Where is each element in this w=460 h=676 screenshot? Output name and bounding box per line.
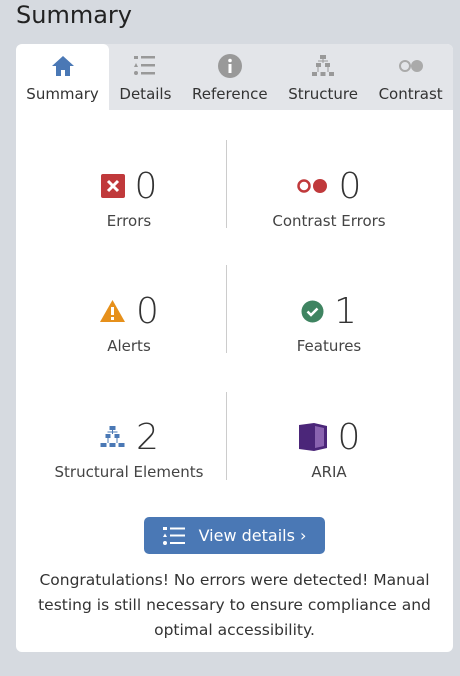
aria-icon [298,423,327,451]
success-message: Congratulations! No errors were detected… [38,571,431,639]
info-icon [217,54,242,78]
stat-aria[interactable]: 0 ARIA [224,417,434,481]
stat-count: 1 [334,290,357,332]
contrast-icon [398,60,423,72]
contrast-error-icon [296,179,327,193]
tab-label: Structure [288,85,358,103]
stat-label: Alerts [107,337,151,355]
stat-alerts[interactable]: 0 Alerts [24,291,234,355]
structure-icon [312,55,335,76]
alert-icon [100,300,126,322]
tab-label: Summary [26,85,99,103]
structure-icon [100,426,125,447]
tab-contrast[interactable]: Contrast [368,44,453,110]
stat-label: Structural Elements [54,463,204,481]
tab-summary[interactable]: Summary [16,44,110,110]
page-title: Summary [16,1,132,29]
stats-grid: 0 Errors 0 Contrast Errors 0 Alerts 1 Fe… [16,110,453,510]
tab-label: Reference [192,85,268,103]
view-details-label: View details › [198,526,307,545]
summary-panel: Summary Details Reference Structure Cont… [16,44,453,652]
stat-errors[interactable]: 0 Errors [24,166,234,230]
stat-label: ARIA [311,463,347,481]
view-details-button[interactable]: View details › [144,517,325,554]
stat-count: 0 [134,165,158,207]
stat-label: Features [296,337,362,355]
home-icon [51,56,74,76]
stat-features[interactable]: 1 Features [224,290,434,356]
stat-contrast-errors[interactable]: 0 Contrast Errors [224,165,434,231]
stat-count: 0 [338,165,362,207]
tab-details[interactable]: Details [109,44,182,110]
error-icon [100,174,125,198]
tab-structure[interactable]: Structure [278,44,368,110]
feature-icon [301,300,324,322]
list-icon [162,526,185,545]
tab-reference[interactable]: Reference [182,44,278,110]
tab-label: Contrast [378,85,443,103]
stat-structural-elements[interactable]: 2 Structural Elements [24,416,234,482]
stat-label: Errors [106,212,152,230]
list-icon [134,56,156,75]
stat-label: Contrast Errors [272,212,386,230]
tab-bar: Summary Details Reference Structure Cont… [16,44,453,110]
tab-label: Details [119,85,172,103]
stat-count: 0 [337,416,361,458]
stat-count: 2 [136,416,159,458]
stat-count: 0 [136,290,159,332]
